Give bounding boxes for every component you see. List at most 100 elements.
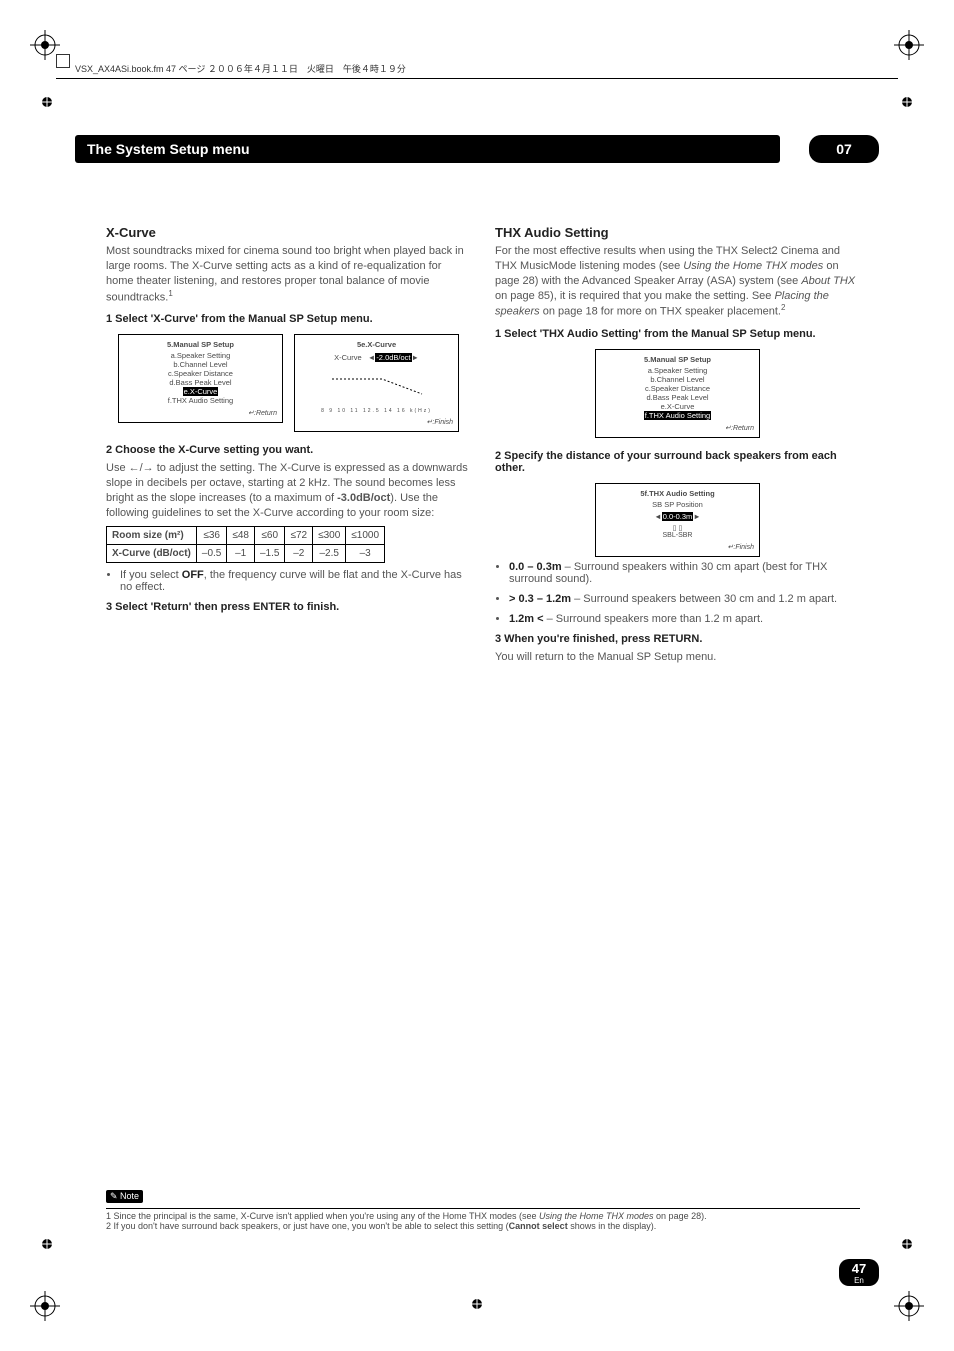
menu-item: c.Speaker Distance <box>601 384 754 393</box>
menu-item: a.Speaker Setting <box>601 366 754 375</box>
manual-sp-setup-menu: 5.Manual SP Setup a.Speaker Setting b.Ch… <box>118 334 283 423</box>
thx-step1: 1 Select 'THX Audio Setting' from the Ma… <box>495 328 860 340</box>
italic-text: About THX <box>801 275 855 287</box>
thx-step2: 2 Specify the distance of your surround … <box>495 450 860 474</box>
body-text: – Surround speakers more than 1.2 m apar… <box>544 613 764 625</box>
page-number-badge: 47 En <box>839 1259 879 1286</box>
bold-text: Cannot select <box>509 1221 568 1231</box>
menu-header: 5.Manual SP Setup <box>124 340 277 349</box>
table-row: X-Curve (dB/oct) –0.5 –1 –1.5 –2 –2.5 –3 <box>107 545 385 563</box>
list-item: 0.0 – 0.3m – Surround speakers within 30… <box>509 561 860 585</box>
list-item: > 0.3 – 1.2m – Surround speakers between… <box>509 593 860 605</box>
list-item: If you select OFF, the frequency curve w… <box>120 569 471 593</box>
crosshair-icon <box>900 95 914 109</box>
table-cell: –1.5 <box>255 545 285 563</box>
thx-intro: For the most effective results when usin… <box>495 244 860 320</box>
table-row: Room size (m²) ≤36 ≤48 ≤60 ≤72 ≤300 ≤100… <box>107 527 385 545</box>
page-number: 47 <box>839 1261 879 1276</box>
note-label: Note <box>120 1191 139 1201</box>
xcurve-value-menu: 5e.X-Curve X-Curve ◄-2.0dB/oct► 8 9 10 1… <box>294 334 459 432</box>
table-cell: ≤72 <box>285 527 313 545</box>
table-cell: ≤36 <box>196 527 226 545</box>
menu-item: d.Bass Peak Level <box>601 393 754 402</box>
menu-item: d.Bass Peak Level <box>124 378 277 387</box>
xcurve-heading: X-Curve <box>106 225 471 240</box>
bold-text: -3.0dB/oct <box>337 492 390 504</box>
body-text: on page 18 for more on THX speaker place… <box>540 306 781 318</box>
thx-step3-body: You will return to the Manual SP Setup m… <box>495 650 860 665</box>
menu-header: 5.Manual SP Setup <box>601 355 754 364</box>
xcurve-step2-body: Use ←/→ to adjust the setting. The X-Cur… <box>106 461 471 520</box>
book-icon <box>56 54 70 68</box>
menu-item: a.Speaker Setting <box>124 351 277 360</box>
body-text: If you select <box>120 569 182 581</box>
crosshair-icon <box>470 1297 484 1311</box>
registration-mark-bl <box>30 1291 60 1321</box>
thx-distance-options: 0.0 – 0.3m – Surround speakers within 30… <box>509 561 860 625</box>
table-cell: ≤48 <box>227 527 255 545</box>
xcurve-intro-text: Most soundtracks mixed for cinema sound … <box>106 245 464 303</box>
footnote-1: 1 Since the principal is the same, X-Cur… <box>106 1211 860 1221</box>
menu-sub: SB SP Position <box>601 500 754 509</box>
footnote-ref-1: 1 <box>168 289 172 298</box>
table-cell: –1 <box>227 545 255 563</box>
body-text: on page 85), it is required that you mak… <box>495 290 774 302</box>
menu-screenshots-row: 5.Manual SP Setup a.Speaker Setting b.Ch… <box>106 330 471 436</box>
table-cell: ≤300 <box>313 527 346 545</box>
table-cell: –2.5 <box>313 545 346 563</box>
menu-finish: ↵:Finish <box>601 543 754 551</box>
italic-text: Using the Home THX modes <box>683 260 823 272</box>
xcurve-notes: If you select OFF, the frequency curve w… <box>120 569 471 593</box>
footnote-ref-2: 2 <box>781 303 785 312</box>
table-header: Room size (m²) <box>107 527 197 545</box>
crosshair-icon <box>900 1237 914 1251</box>
body-text: – Surround speakers between 30 cm and 1.… <box>571 593 837 605</box>
body-text: shows in the display). <box>568 1221 657 1231</box>
menu-item-selected: e.X-Curve <box>183 387 219 396</box>
table-cell: –3 <box>346 545 385 563</box>
left-column: X-Curve Most soundtracks mixed for cinem… <box>106 225 471 618</box>
registration-mark-tr <box>894 30 924 60</box>
footnote-2: 2 If you don't have surround back speake… <box>106 1221 860 1231</box>
bold-text: 0.0 – 0.3m <box>509 561 562 573</box>
menu-item: c.Speaker Distance <box>124 369 277 378</box>
bold-text: 1.2m < <box>509 613 544 625</box>
xcurve-step3: 3 Select 'Return' then press ENTER to fi… <box>106 601 471 613</box>
xcurve-step2: 2 Choose the X-Curve setting you want. <box>106 444 471 456</box>
xcurve-label: X-Curve <box>334 353 362 362</box>
table-cell: –0.5 <box>196 545 226 563</box>
manual-sp-setup-menu-thx: 5.Manual SP Setup a.Speaker Setting b.Ch… <box>595 349 760 438</box>
thx-audio-setting-menu: 5f.THX Audio Setting SB SP Position ◄0.0… <box>595 483 760 557</box>
xcurve-step1: 1 Select 'X-Curve' from the Manual SP Se… <box>106 313 471 325</box>
xcurve-axis: 8 9 10 11 12.5 14 16 k(Hz) <box>300 408 453 414</box>
menu-return: ↵:Return <box>601 424 754 432</box>
bold-text: OFF <box>182 569 204 581</box>
menu-header: 5f.THX Audio Setting <box>601 489 754 498</box>
thx-heading: THX Audio Setting <box>495 225 860 240</box>
table-header: X-Curve (dB/oct) <box>107 545 197 563</box>
menu-finish: ↵:Finish <box>300 418 453 426</box>
body-text: on page 28). <box>654 1211 707 1221</box>
body-text: 1 Since the principal is the same, X-Cur… <box>106 1211 539 1221</box>
header-rule <box>56 78 898 79</box>
speaker-diagram: ▯ ▯SBL-SBR <box>601 524 754 539</box>
footnotes: ✎ Note 1 Since the principal is the same… <box>106 1190 860 1231</box>
header-filename: VSX_AX4ASi.book.fm 47 ページ ２００６年４月１１日 火曜日… <box>75 62 406 75</box>
menu-screenshot-row: 5.Manual SP Setup a.Speaker Setting b.Ch… <box>495 345 860 442</box>
chapter-title: The System Setup menu <box>75 135 780 163</box>
note-badge: ✎ Note <box>106 1190 143 1203</box>
crosshair-icon <box>40 95 54 109</box>
menu-item: e.X-Curve <box>601 402 754 411</box>
body-text: 2 If you don't have surround back speake… <box>106 1221 509 1231</box>
menu-header: 5e.X-Curve <box>300 340 453 349</box>
registration-mark-br <box>894 1291 924 1321</box>
xcurve-graph <box>327 364 427 404</box>
xcurve-table: Room size (m²) ≤36 ≤48 ≤60 ≤72 ≤300 ≤100… <box>106 526 385 563</box>
page-lang: En <box>839 1276 879 1285</box>
menu-item: b.Channel Level <box>124 360 277 369</box>
menu-return: ↵:Return <box>124 409 277 417</box>
table-cell: ≤1000 <box>346 527 385 545</box>
list-item: 1.2m < – Surround speakers more than 1.2… <box>509 613 860 625</box>
table-cell: –2 <box>285 545 313 563</box>
xcurve-value: -2.0dB/oct <box>375 353 411 362</box>
